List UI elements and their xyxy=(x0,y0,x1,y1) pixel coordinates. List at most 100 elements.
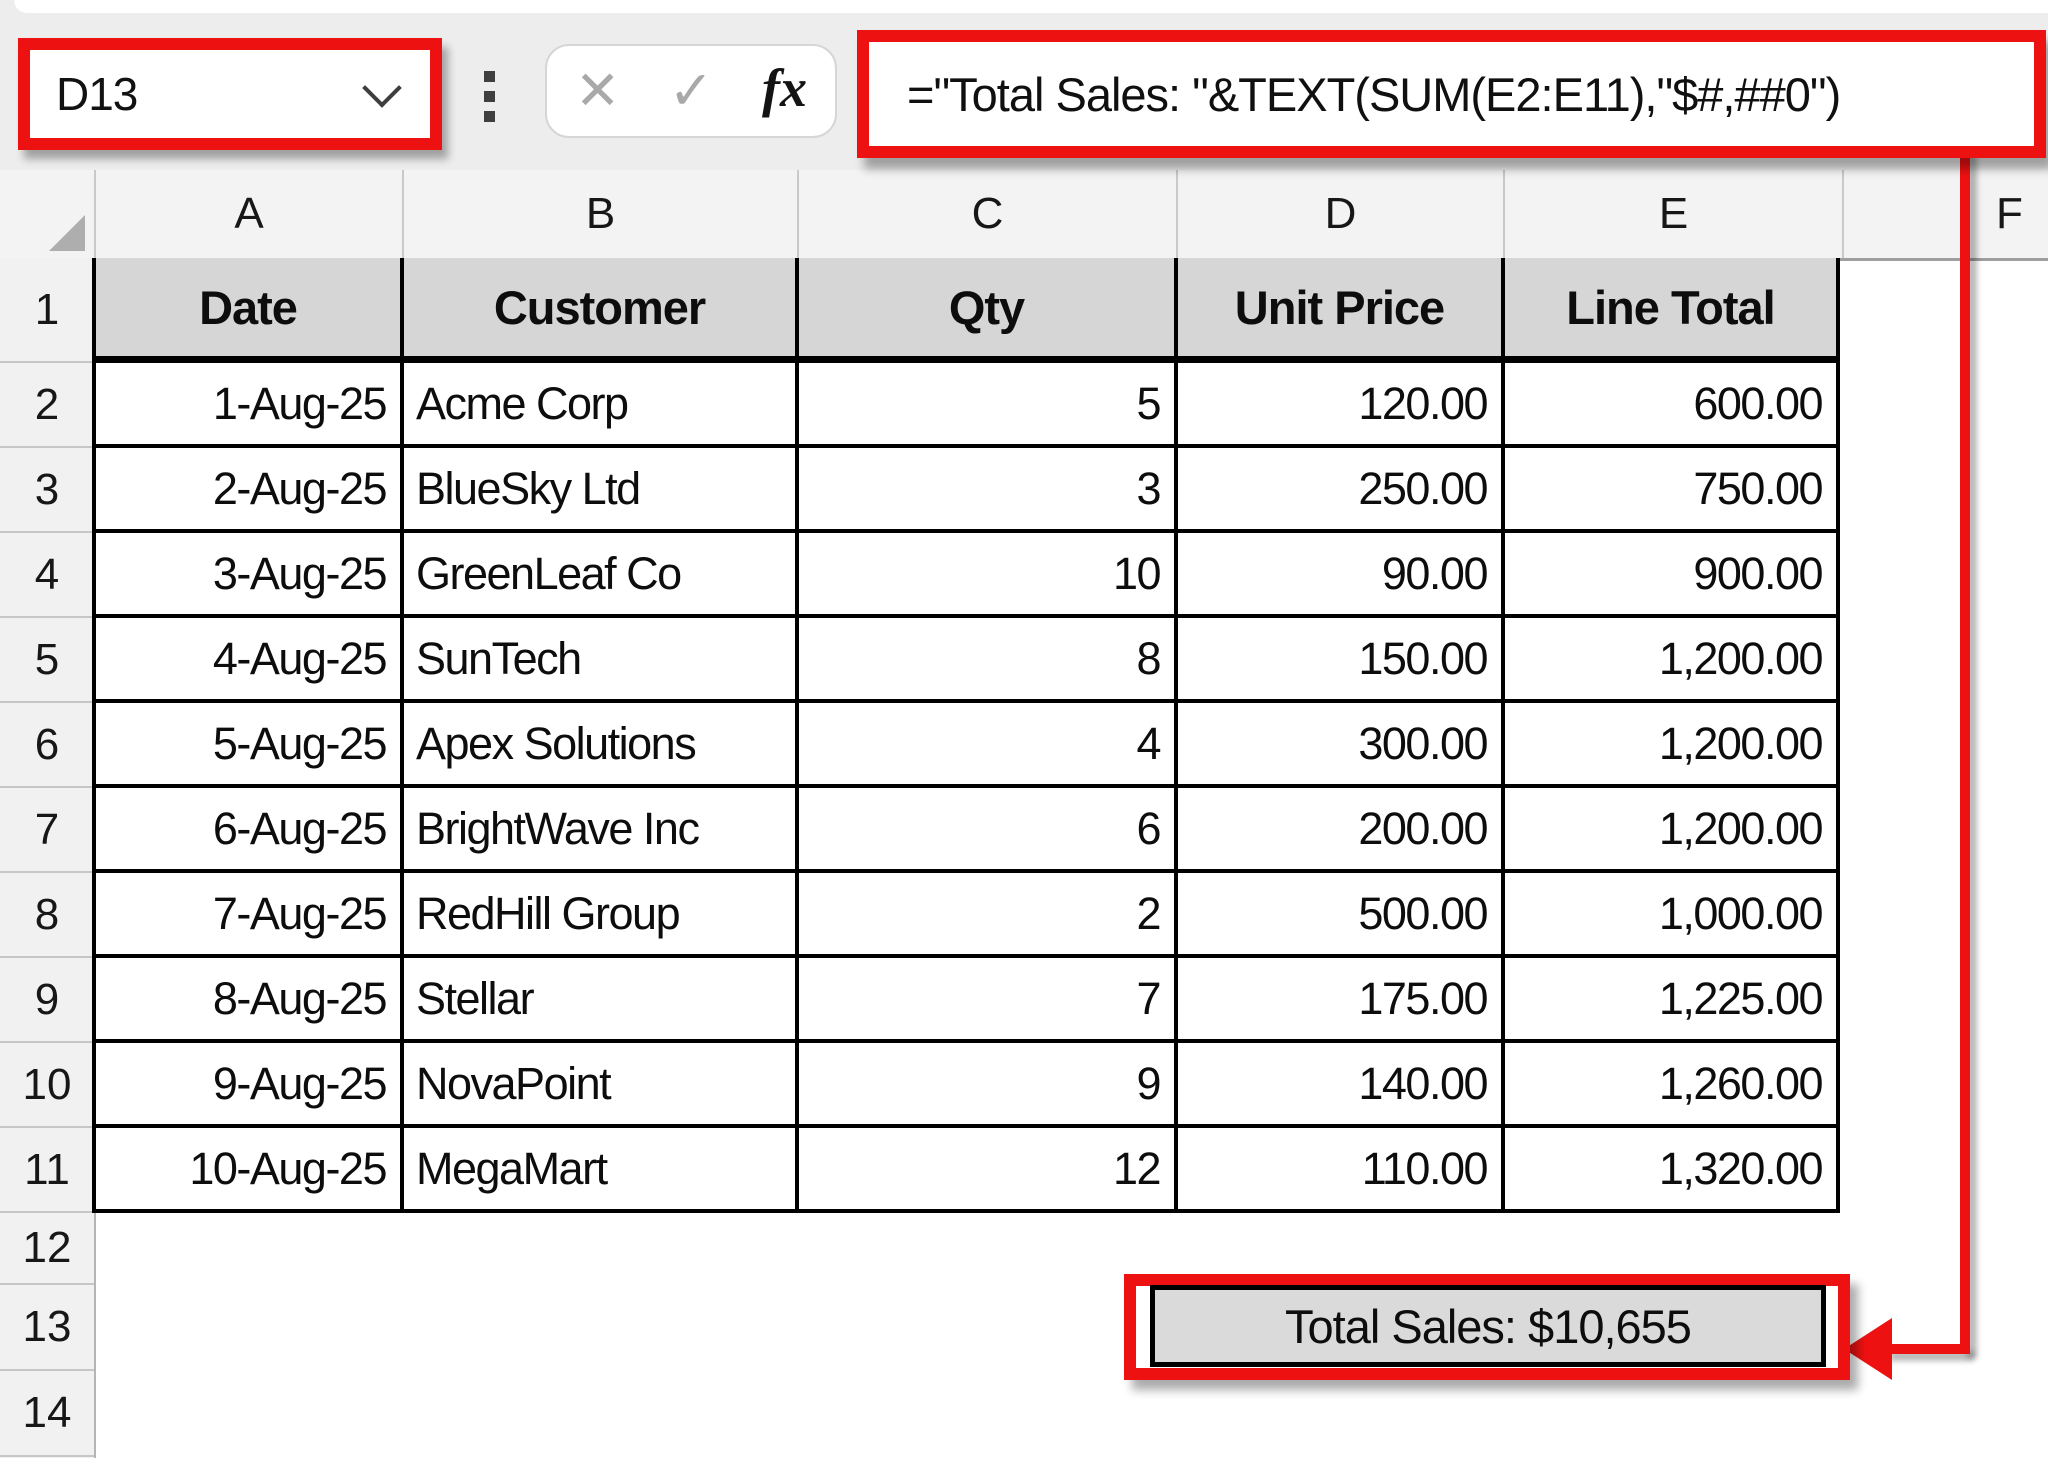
cell-D7[interactable]: 200.00 xyxy=(1178,788,1505,873)
cell-A9[interactable]: 8-Aug-25 xyxy=(96,958,404,1043)
row-header-6[interactable]: 6 xyxy=(0,703,94,788)
cell-D2[interactable]: 120.00 xyxy=(1178,363,1505,448)
table-row: 4-Aug-25 SunTech 8 150.00 1,200.00 xyxy=(96,618,1840,703)
cell-D10[interactable]: 140.00 xyxy=(1178,1043,1505,1128)
column-header-a[interactable]: A xyxy=(96,170,404,258)
data-table: Date Customer Qty Unit Price Line Total 1-Aug… xyxy=(92,258,1840,1213)
cell-E10[interactable]: 1,260.00 xyxy=(1505,1043,1840,1128)
formula-button-group: ✕ ✓ fx xyxy=(545,44,837,138)
annotation-arrow-horizontal-line xyxy=(1886,1344,1970,1354)
table-row: 1-Aug-25 Acme Corp 5 120.00 600.00 xyxy=(96,363,1840,448)
cell-C5[interactable]: 8 xyxy=(799,618,1178,703)
cell-E5[interactable]: 1,200.00 xyxy=(1505,618,1840,703)
name-box[interactable]: D13 xyxy=(30,67,368,121)
select-all-triangle-icon xyxy=(49,215,85,251)
cell-A10[interactable]: 9-Aug-25 xyxy=(96,1043,404,1128)
column-header-c[interactable]: C xyxy=(799,170,1178,258)
cancel-icon[interactable]: ✕ xyxy=(575,64,620,118)
row-header-14[interactable]: 14 xyxy=(0,1371,94,1457)
cell-B5[interactable]: SunTech xyxy=(404,618,799,703)
cell-C3[interactable]: 3 xyxy=(799,448,1178,533)
cell-C10[interactable]: 9 xyxy=(799,1043,1178,1128)
table-row: 6-Aug-25 BrightWave Inc 6 200.00 1,200.00 xyxy=(96,788,1840,873)
column-header-f[interactable]: F xyxy=(1844,170,2048,258)
column-header-b[interactable]: B xyxy=(404,170,799,258)
top-ribbon-edge xyxy=(14,0,2048,13)
cell-D13-total-sales[interactable]: Total Sales: $10,655 xyxy=(1150,1285,1826,1367)
cell-C2[interactable]: 5 xyxy=(799,363,1178,448)
dot xyxy=(484,111,495,122)
row-header-7[interactable]: 7 xyxy=(0,788,94,873)
row-header-8[interactable]: 8 xyxy=(0,873,94,958)
name-box-annotation-frame: D13 xyxy=(18,38,442,150)
formula-bar-splitter-handle[interactable] xyxy=(484,71,495,122)
cell-A2[interactable]: 1-Aug-25 xyxy=(96,363,404,448)
cell-C8[interactable]: 2 xyxy=(799,873,1178,958)
row-header-5[interactable]: 5 xyxy=(0,618,94,703)
row-header-3[interactable]: 3 xyxy=(0,448,94,533)
row-header-1[interactable]: 1 xyxy=(0,258,94,363)
cell-A6[interactable]: 5-Aug-25 xyxy=(96,703,404,788)
row-header-4[interactable]: 4 xyxy=(0,533,94,618)
cell-A7[interactable]: 6-Aug-25 xyxy=(96,788,404,873)
dot xyxy=(484,71,495,82)
header-cell-A1[interactable]: Date xyxy=(96,258,404,363)
cell-D4[interactable]: 90.00 xyxy=(1178,533,1505,618)
table-row: 5-Aug-25 Apex Solutions 4 300.00 1,200.00 xyxy=(96,703,1840,788)
enter-check-icon[interactable]: ✓ xyxy=(669,64,714,118)
annotation-arrow-vertical-line xyxy=(1960,148,1970,1354)
cell-C7[interactable]: 6 xyxy=(799,788,1178,873)
cell-B11[interactable]: MegaMart xyxy=(404,1128,799,1213)
cell-E8[interactable]: 1,000.00 xyxy=(1505,873,1840,958)
cell-E11[interactable]: 1,320.00 xyxy=(1505,1128,1840,1213)
cell-C6[interactable]: 4 xyxy=(799,703,1178,788)
cell-D6[interactable]: 300.00 xyxy=(1178,703,1505,788)
dot xyxy=(484,91,495,102)
cell-A3[interactable]: 2-Aug-25 xyxy=(96,448,404,533)
row-header-2[interactable]: 2 xyxy=(0,363,94,448)
header-cell-B1[interactable]: Customer xyxy=(404,258,799,363)
cell-B9[interactable]: Stellar xyxy=(404,958,799,1043)
row-header-12[interactable]: 12 xyxy=(0,1213,94,1285)
select-all-corner[interactable] xyxy=(0,170,96,258)
insert-function-icon[interactable]: fx xyxy=(762,61,807,121)
cell-D11[interactable]: 110.00 xyxy=(1178,1128,1505,1213)
cell-B10[interactable]: NovaPoint xyxy=(404,1043,799,1128)
chevron-down-icon[interactable] xyxy=(362,68,402,108)
table-row: 3-Aug-25 GreenLeaf Co 10 90.00 900.00 xyxy=(96,533,1840,618)
cell-E6[interactable]: 1,200.00 xyxy=(1505,703,1840,788)
cell-B8[interactable]: RedHill Group xyxy=(404,873,799,958)
cell-E7[interactable]: 1,200.00 xyxy=(1505,788,1840,873)
cell-C4[interactable]: 10 xyxy=(799,533,1178,618)
cell-A8[interactable]: 7-Aug-25 xyxy=(96,873,404,958)
cell-A11[interactable]: 10-Aug-25 xyxy=(96,1128,404,1213)
header-cell-C1[interactable]: Qty xyxy=(799,258,1178,363)
cell-E9[interactable]: 1,225.00 xyxy=(1505,958,1840,1043)
cell-A5[interactable]: 4-Aug-25 xyxy=(96,618,404,703)
cell-D9[interactable]: 175.00 xyxy=(1178,958,1505,1043)
cell-C9[interactable]: 7 xyxy=(799,958,1178,1043)
cell-D3[interactable]: 250.00 xyxy=(1178,448,1505,533)
cell-B3[interactable]: BlueSky Ltd xyxy=(404,448,799,533)
table-row: 8-Aug-25 Stellar 7 175.00 1,225.00 xyxy=(96,958,1840,1043)
row-header-13[interactable]: 13 xyxy=(0,1285,94,1371)
cell-B4[interactable]: GreenLeaf Co xyxy=(404,533,799,618)
column-header-d[interactable]: D xyxy=(1178,170,1505,258)
row-header-11[interactable]: 11 xyxy=(0,1128,94,1213)
column-header-e[interactable]: E xyxy=(1505,170,1844,258)
cell-E4[interactable]: 900.00 xyxy=(1505,533,1840,618)
cell-E3[interactable]: 750.00 xyxy=(1505,448,1840,533)
cell-E2[interactable]: 600.00 xyxy=(1505,363,1840,448)
row-header-10[interactable]: 10 xyxy=(0,1043,94,1128)
header-cell-D1[interactable]: Unit Price xyxy=(1178,258,1505,363)
header-cell-E1[interactable]: Line Total xyxy=(1505,258,1840,363)
cell-B7[interactable]: BrightWave Inc xyxy=(404,788,799,873)
cell-D5[interactable]: 150.00 xyxy=(1178,618,1505,703)
cell-B2[interactable]: Acme Corp xyxy=(404,363,799,448)
formula-bar-input[interactable]: ="Total Sales: "&TEXT(SUM(E2:E11),"$#,##… xyxy=(869,67,1841,122)
row-header-9[interactable]: 9 xyxy=(0,958,94,1043)
cell-B6[interactable]: Apex Solutions xyxy=(404,703,799,788)
cell-C11[interactable]: 12 xyxy=(799,1128,1178,1213)
cell-D8[interactable]: 500.00 xyxy=(1178,873,1505,958)
cell-A4[interactable]: 3-Aug-25 xyxy=(96,533,404,618)
